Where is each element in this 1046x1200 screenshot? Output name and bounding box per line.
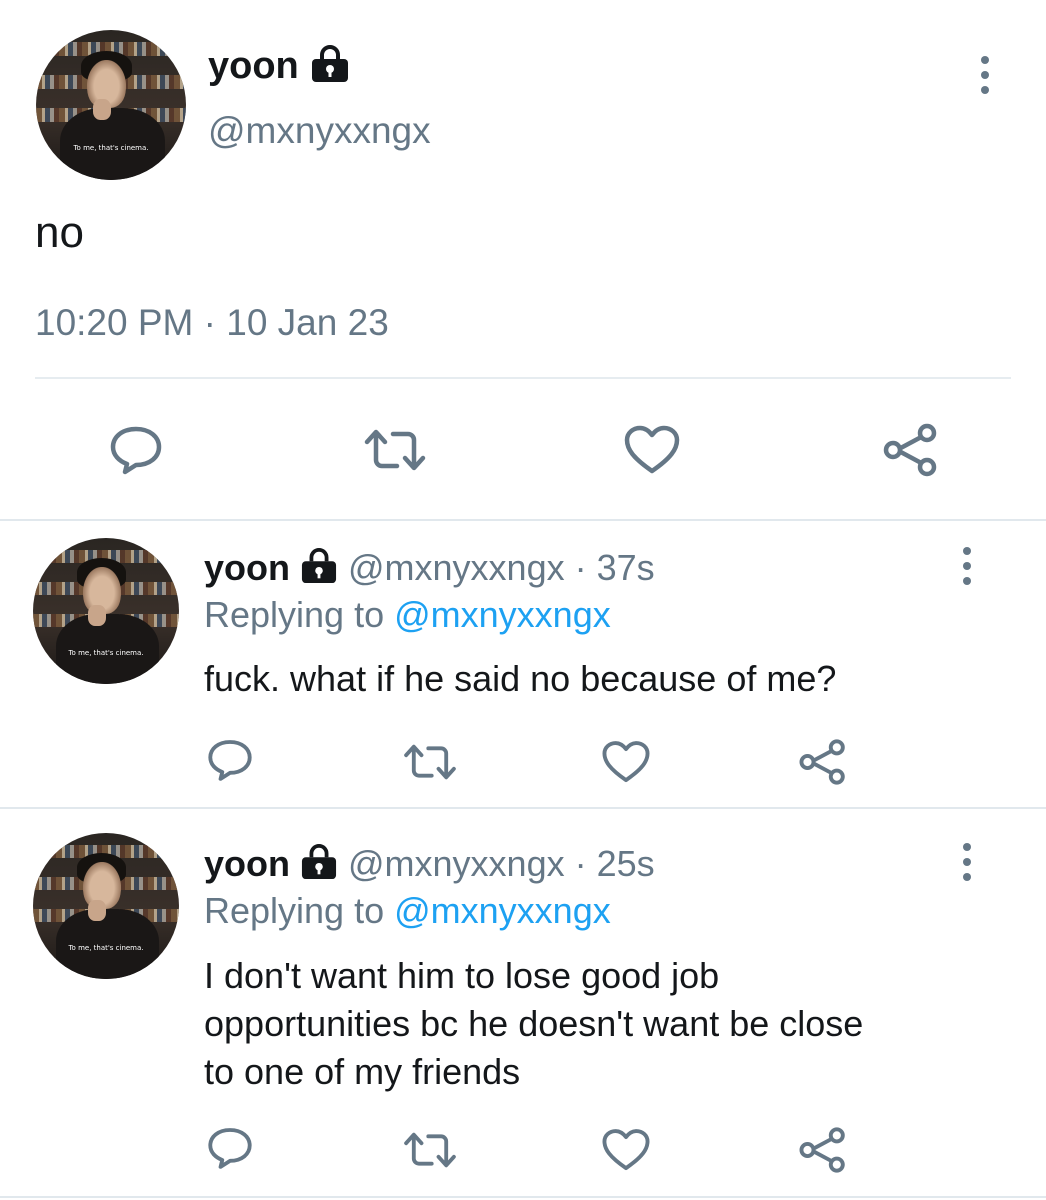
tweet-text: I don't want him to lose good job opport… bbox=[204, 952, 863, 1096]
section-divider bbox=[0, 519, 1046, 521]
lock-icon bbox=[299, 843, 339, 885]
share-icon bbox=[883, 423, 937, 477]
like-icon bbox=[602, 741, 650, 783]
retweet-icon bbox=[364, 429, 426, 471]
like-button[interactable] bbox=[600, 1126, 652, 1174]
tweet-text-line: to one of my friends bbox=[204, 1051, 521, 1092]
like-button[interactable] bbox=[622, 422, 682, 478]
replying-to-link[interactable]: @mxnyxxngx bbox=[394, 890, 611, 931]
retweet-icon bbox=[404, 744, 456, 780]
section-divider bbox=[0, 807, 1046, 809]
avatar-caption: To me, that's cinema. bbox=[73, 144, 149, 152]
avatar[interactable]: To me, that's cinema. bbox=[33, 833, 179, 979]
like-icon bbox=[602, 1129, 650, 1171]
share-icon bbox=[799, 1127, 845, 1173]
handle[interactable]: @mxnyxxngx bbox=[208, 110, 431, 152]
avatar[interactable]: To me, that's cinema. bbox=[33, 538, 179, 684]
replying-to-label: Replying to bbox=[204, 890, 385, 931]
share-icon bbox=[799, 739, 845, 785]
handle-time[interactable]: @mxnyxxngx · 25s bbox=[348, 843, 655, 885]
retweet-icon bbox=[404, 1132, 456, 1168]
display-name[interactable]: yoon bbox=[204, 843, 290, 885]
retweet-button[interactable] bbox=[400, 740, 460, 784]
reply-icon bbox=[208, 740, 252, 781]
tweet-text: fuck. what if he said no because of me? bbox=[204, 658, 837, 699]
display-name[interactable]: yoon bbox=[208, 45, 299, 88]
handle-time[interactable]: @mxnyxxngx · 37s bbox=[348, 547, 655, 589]
like-icon bbox=[624, 425, 680, 474]
replying-to-label: Replying to bbox=[204, 594, 385, 635]
tweet-text: no bbox=[35, 208, 84, 257]
avatar[interactable]: To me, that's cinema. bbox=[36, 30, 186, 180]
share-button[interactable] bbox=[880, 420, 942, 480]
replying-to-link[interactable]: @mxnyxxngx bbox=[394, 594, 611, 635]
share-button[interactable] bbox=[796, 736, 850, 788]
display-name[interactable]: yoon bbox=[204, 547, 290, 589]
share-button[interactable] bbox=[796, 1124, 850, 1176]
reply-button[interactable] bbox=[204, 736, 256, 784]
divider bbox=[35, 377, 1011, 379]
more-icon[interactable] bbox=[963, 547, 971, 585]
more-icon[interactable] bbox=[963, 843, 971, 881]
avatar-caption: To me, that's cinema. bbox=[68, 648, 144, 657]
reply-icon bbox=[110, 426, 162, 475]
timestamp[interactable]: 10:20 PM · 10 Jan 23 bbox=[35, 302, 389, 344]
section-divider bbox=[0, 1196, 1046, 1198]
tweet-text-line: opportunities bc he doesn't want be clos… bbox=[204, 1003, 864, 1044]
reply-button[interactable] bbox=[104, 422, 168, 478]
tweet-text-line: I don't want him to lose good job bbox=[204, 955, 720, 996]
lock-icon bbox=[309, 44, 351, 88]
retweet-button[interactable] bbox=[360, 424, 430, 476]
lock-icon bbox=[299, 547, 339, 589]
more-icon[interactable] bbox=[981, 56, 989, 94]
avatar-caption: To me, that's cinema. bbox=[68, 943, 144, 952]
like-button[interactable] bbox=[600, 738, 652, 786]
reply-icon bbox=[208, 1128, 252, 1169]
reply-button[interactable] bbox=[204, 1124, 256, 1172]
retweet-button[interactable] bbox=[400, 1128, 460, 1172]
